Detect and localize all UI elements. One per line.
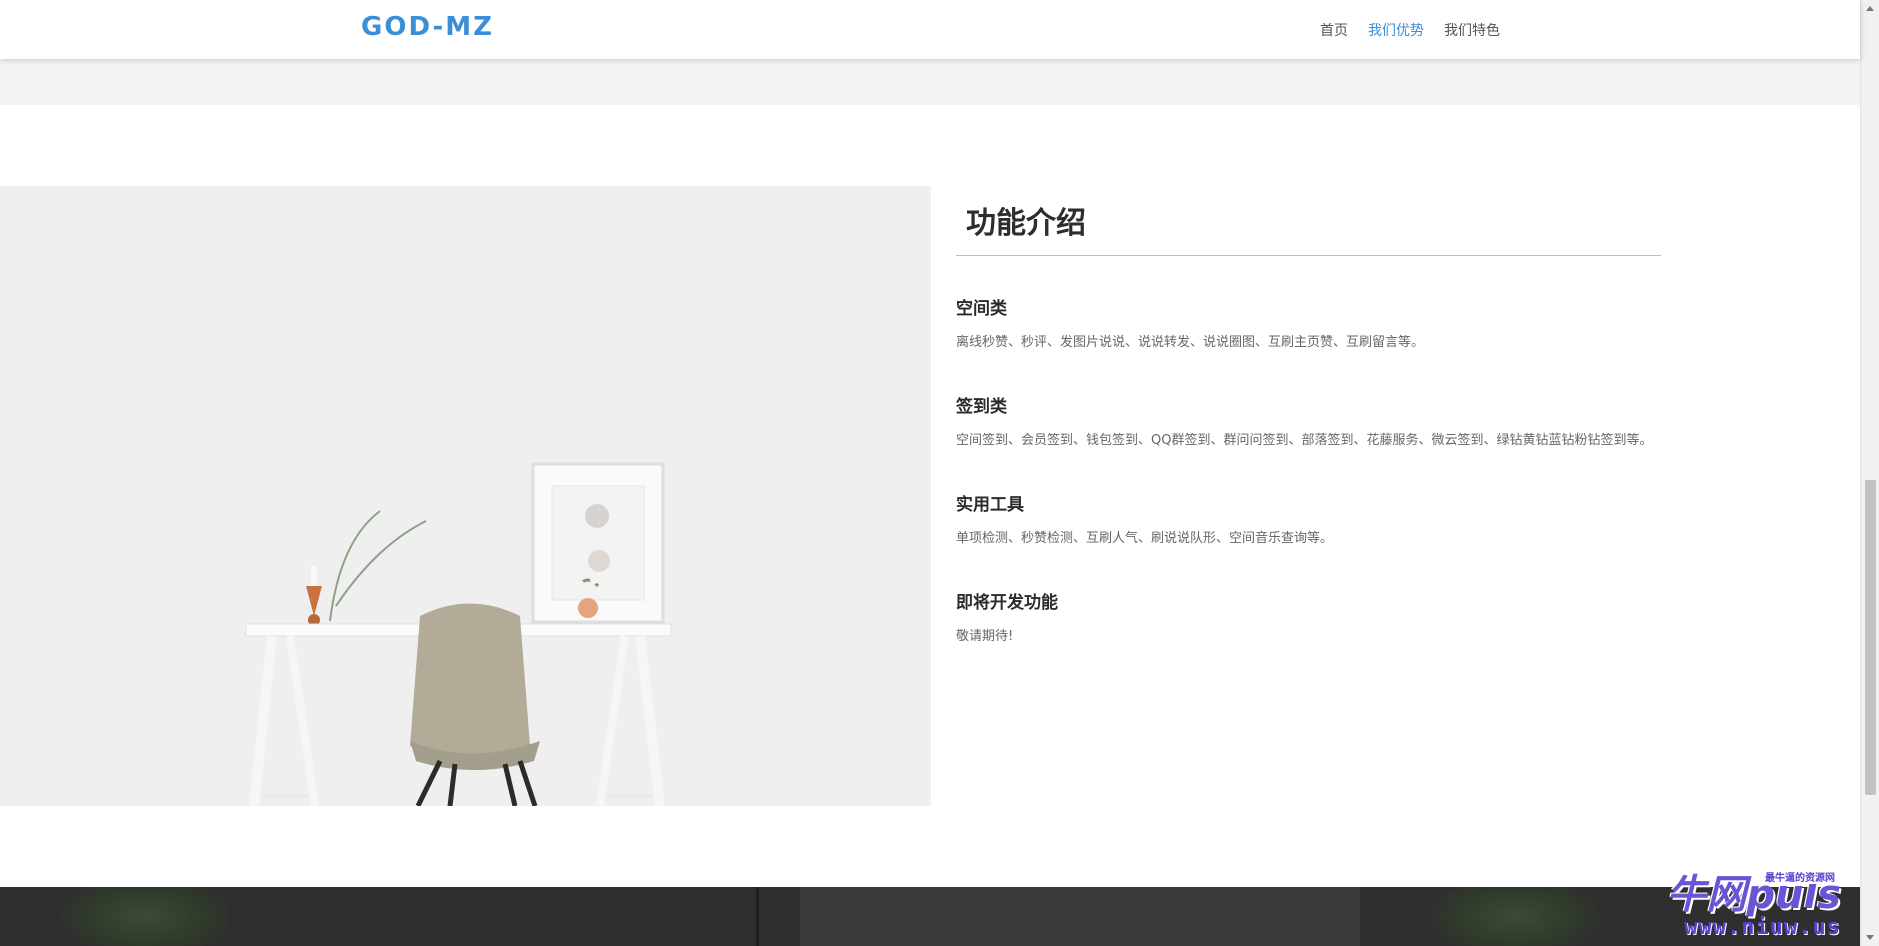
feature-description: 离线秒赞、秒评、发图片说说、说说转发、说说圈图、互刷主页赞、互刷留言等。: [956, 335, 1425, 350]
plant-decoration: [60, 887, 230, 946]
feature-heading: 空间类: [956, 299, 1007, 319]
feature-upcoming: 即将开发功能 敬请期待!: [956, 588, 1686, 648]
desk-chair-photo: [0, 186, 931, 806]
nav-advantages[interactable]: 我们优势: [1368, 20, 1424, 40]
scroll-down-icon[interactable]: [1866, 935, 1874, 940]
feature-heading: 签到类: [956, 397, 1007, 417]
main-nav: 首页 我们优势 我们特色: [1320, 20, 1500, 40]
feature-description: 单项检测、秒赞检测、互刷人气、刷说说队形、空间音乐查询等。: [956, 531, 1334, 546]
desk-illustration: [0, 186, 931, 806]
brand-logo[interactable]: GOD-MZ: [361, 12, 494, 42]
feature-description: 空间签到、会员签到、钱包签到、QQ群签到、群问问签到、部落签到、花藤服务、微云签…: [956, 433, 1653, 448]
nav-features[interactable]: 我们特色: [1444, 20, 1500, 40]
wall-shading: [800, 887, 1360, 946]
pole-decoration: [756, 887, 759, 946]
page-scrollbar[interactable]: [1860, 0, 1879, 946]
feature-description: 敬请期待!: [956, 629, 1014, 644]
bottom-banner-image: [0, 887, 1860, 946]
plant-decoration: [1430, 887, 1600, 946]
features-title: 功能介绍: [956, 200, 1661, 256]
scrollbar-thumb[interactable]: [1865, 480, 1876, 795]
feature-space: 空间类 离线秒赞、秒评、发图片说说、说说转发、说说圈图、互刷主页赞、互刷留言等。: [956, 294, 1686, 354]
scroll-up-icon[interactable]: [1866, 6, 1874, 11]
watermark-url: www.niuw.us: [1684, 915, 1841, 940]
feature-signin: 签到类 空间签到、会员签到、钱包签到、QQ群签到、群问问签到、部落签到、花藤服务…: [956, 392, 1686, 452]
watermark-tagline: 最牛逼的资源网: [1763, 869, 1837, 884]
site-watermark: 最牛逼的资源网 牛网puls www.niuw.us: [1666, 869, 1841, 940]
feature-heading: 即将开发功能: [956, 593, 1058, 613]
feature-tools: 实用工具 单项检测、秒赞检测、互刷人气、刷说说队形、空间音乐查询等。: [956, 490, 1686, 550]
top-navbar: GOD-MZ 首页 我们优势 我们特色: [0, 0, 1860, 59]
nav-home[interactable]: 首页: [1320, 20, 1348, 40]
features-list: 功能介绍 空间类 离线秒赞、秒评、发图片说说、说说转发、说说圈图、互刷主页赞、互…: [956, 200, 1686, 648]
feature-heading: 实用工具: [956, 495, 1024, 515]
